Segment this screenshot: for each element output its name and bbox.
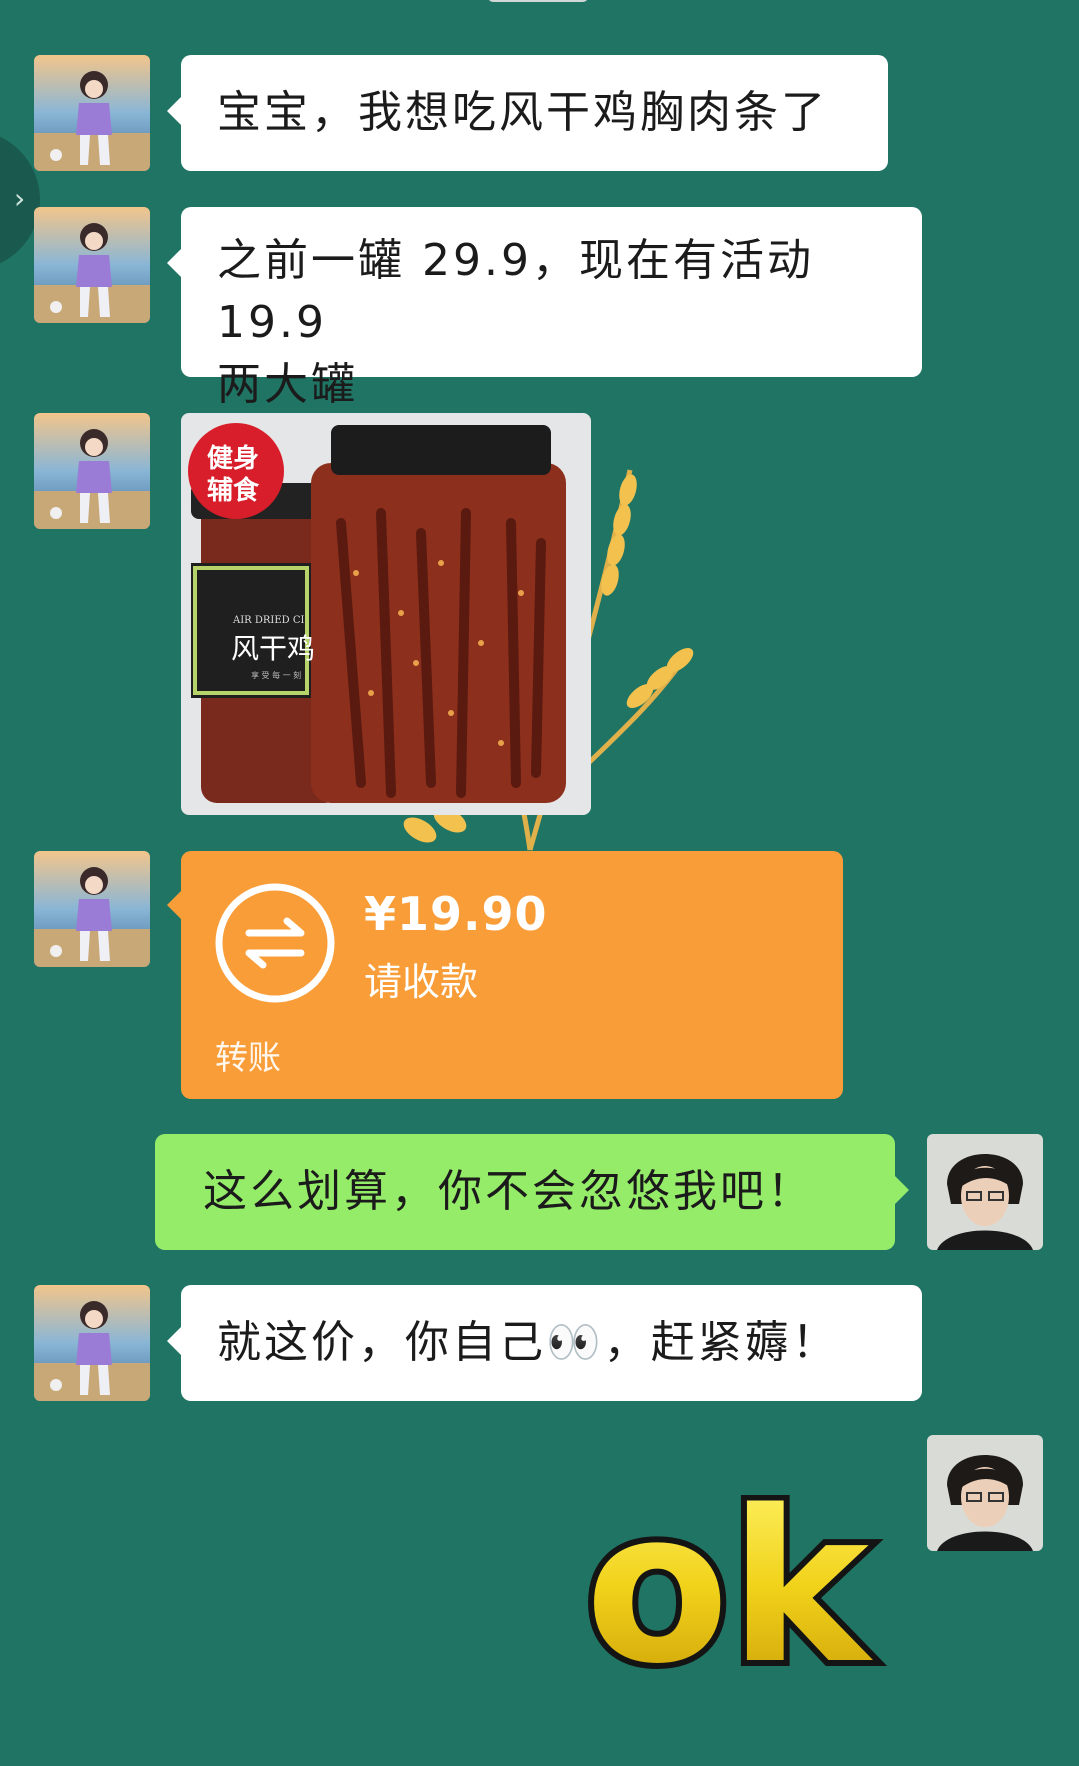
jar-label-english: AIR DRIED CI [232,615,305,626]
ok-sticker[interactable]: ok [552,1495,902,1695]
ok-sticker-text: ok [585,1495,873,1695]
jar-product-photo: AIR DRIED CI 风干鸡 享 受 每 一 刻 健身 辅食 [181,413,591,815]
message-bubble[interactable]: 之前一罐 29.9，现在有活动 19.9 两大罐 [167,207,922,410]
message-text-line: 之前一罐 29.9，现在有活动 19.9 [217,235,814,348]
girl-avatar-image [34,207,150,323]
message-bubble[interactable]: 就这价，你自己👀，赶紧薅！ [167,1285,922,1401]
transfer-amount: ¥19.90 [364,887,548,941]
jar-label-slogan: 享 受 每 一 刻 [251,670,301,680]
my-avatar[interactable] [927,1435,1043,1551]
girl-avatar-image [34,851,150,967]
message-bubble-sent[interactable]: 这么划算，你不会忽悠我吧！ [155,1134,909,1250]
product-image[interactable]: AIR DRIED CI 风干鸡 享 受 每 一 刻 健身 辅食 [181,413,591,815]
girl-avatar-image [34,1285,150,1401]
contact-avatar[interactable] [34,851,150,967]
message-text: 就这价，你自己 [217,1317,546,1368]
contact-avatar[interactable] [34,207,150,323]
transfer-label: 转账 [215,1038,281,1077]
contact-avatar[interactable] [34,1285,150,1401]
message-text: 这么划算，你不会忽悠我吧！ [203,1166,814,1217]
message-text: ，赶紧薅！ [603,1317,839,1368]
my-avatar[interactable] [927,1134,1043,1250]
transfer-arrows-icon [215,883,335,1003]
message-text-line: 两大罐 [217,359,358,410]
girl-avatar-image [34,413,150,529]
transfer-card[interactable]: ¥19.90 请收款 转账 [167,851,843,1099]
transfer-status: 请收款 [364,960,479,1004]
girl-avatar-image [34,55,150,171]
boy-avatar-image [927,1134,1043,1250]
chevron-right-icon: › [14,182,26,215]
top-handle [488,0,588,2]
eyes-emoji: 👀 [546,1317,604,1368]
message-text: 宝宝，我想吃风干鸡胸肉条了 [217,87,828,138]
boy-avatar-image [927,1435,1043,1551]
badge-text-line1: 健身 [207,443,259,474]
jar-label-chinese: 风干鸡 [231,632,315,665]
contact-avatar[interactable] [34,55,150,171]
contact-avatar[interactable] [34,413,150,529]
message-bubble[interactable]: 宝宝，我想吃风干鸡胸肉条了 [167,55,888,171]
badge-text-line2: 辅食 [207,475,260,506]
